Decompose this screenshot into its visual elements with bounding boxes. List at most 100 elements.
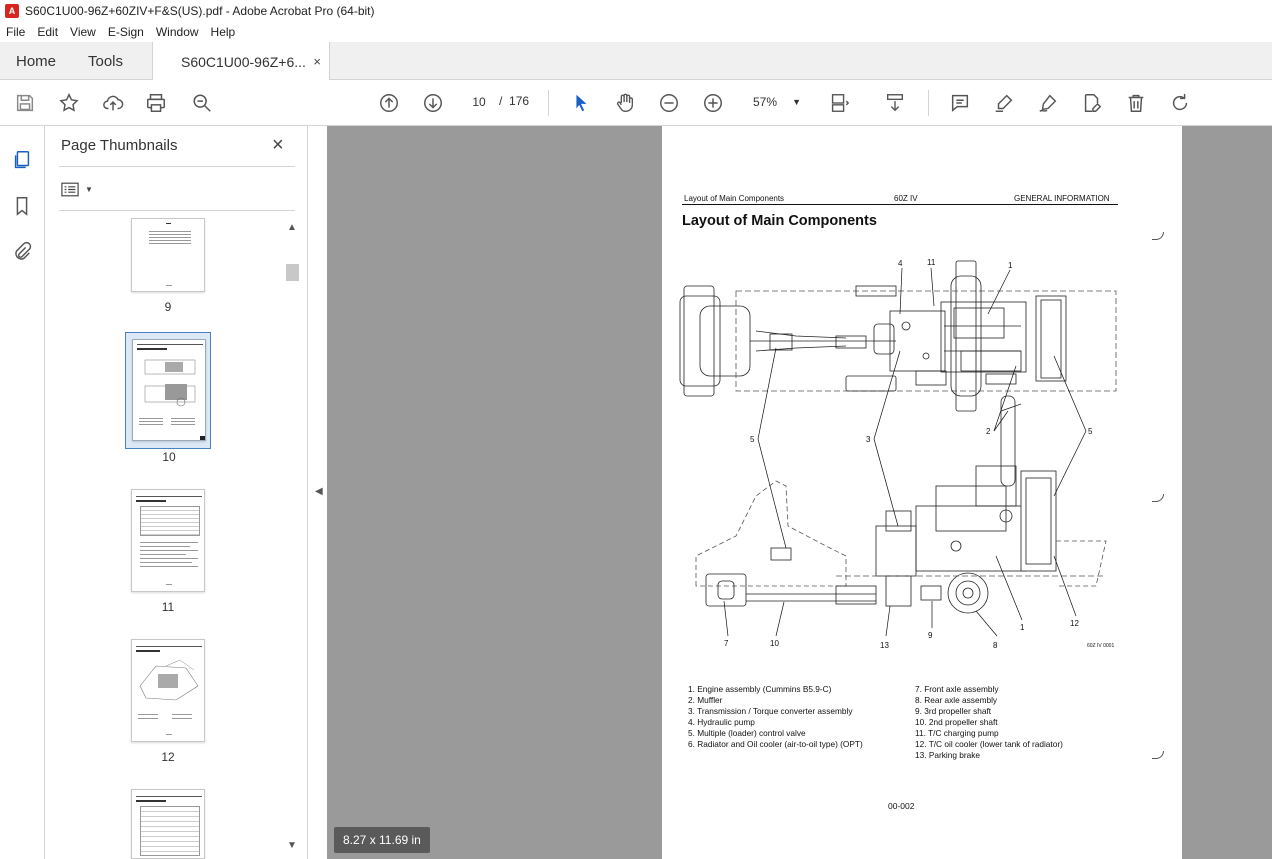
muffler — [1000, 395, 1016, 487]
select-cursor-icon[interactable] — [567, 89, 595, 117]
menu-window[interactable]: Window — [150, 25, 205, 39]
menu-view[interactable]: View — [64, 25, 102, 39]
print-icon[interactable] — [142, 89, 170, 117]
legend-item: 1. Engine assembly (Cummins B5.9-C) — [688, 684, 832, 694]
window-title: S60C1U00-96Z+60ZIV+F&S(US).pdf - Adobe A… — [25, 4, 375, 18]
scrollbar-thumb[interactable] — [286, 264, 299, 281]
page-header-right: GENERAL INFORMATION — [1014, 194, 1110, 203]
figure-code: 60Z IV 0001 — [1087, 643, 1115, 649]
transmission-side — [875, 525, 917, 577]
page-thumbnail-9[interactable] — [131, 218, 205, 292]
legend-item: 3. Transmission / Torque converter assem… — [688, 706, 853, 716]
zoom-select[interactable]: 57% ▼ — [745, 90, 805, 114]
panel-splitter[interactable]: ◀ — [307, 126, 327, 859]
legend-item: 6. Radiator and Oil cooler (air-to-oil t… — [688, 739, 863, 749]
svg-text:4: 4 — [898, 259, 903, 268]
scroll-up-icon[interactable]: ▲ — [287, 222, 297, 233]
divider — [59, 210, 295, 211]
page-fit-icon[interactable] — [825, 89, 853, 117]
thumbnail-label: 10 — [162, 450, 176, 464]
scan-mark — [1152, 232, 1164, 240]
next-page-icon[interactable] — [419, 89, 447, 117]
svg-text:5: 5 — [1088, 427, 1093, 436]
scroll-down-icon[interactable]: ▼ — [287, 840, 297, 851]
scan-mark — [1152, 494, 1164, 502]
toolbar-divider — [548, 90, 549, 116]
bookmark-star-icon[interactable] — [55, 89, 83, 117]
rear-axle-side — [947, 572, 989, 614]
hand-tool-icon[interactable] — [611, 89, 639, 117]
svg-text:1: 1 — [1008, 261, 1013, 270]
page-thumbnail-11[interactable] — [131, 489, 205, 592]
page-thumbnails-icon[interactable] — [10, 148, 34, 172]
collapse-panel-icon[interactable]: ◀ — [315, 486, 323, 497]
legend-item: 10. 2nd propeller shaft — [915, 717, 998, 727]
page-thumbnail-10[interactable] — [132, 339, 206, 441]
sign-pen-icon[interactable] — [1034, 89, 1062, 117]
legend-item: 13. Parking brake — [915, 750, 981, 760]
delete-trash-icon[interactable] — [1122, 89, 1150, 117]
page-number-footer: 00-002 — [888, 801, 915, 811]
page-thumbnail-13[interactable] — [131, 789, 205, 859]
legend-left: 1. Engine assembly (Cummins B5.9-C) 2. M… — [688, 684, 863, 750]
scan-mark — [1152, 751, 1164, 759]
legend-item: 11. T/C charging pump — [915, 728, 999, 738]
save-icon[interactable] — [11, 89, 39, 117]
svg-text:7: 7 — [724, 639, 729, 648]
menu-file[interactable]: File — [0, 25, 31, 39]
menu-edit[interactable]: Edit — [31, 25, 64, 39]
page-header-left: Layout of Main Components — [684, 194, 785, 203]
chevron-down-icon: ▼ — [85, 184, 93, 194]
rear-axle-top — [955, 260, 977, 412]
edit-pdf-icon[interactable] — [1078, 89, 1106, 117]
tab-tools[interactable]: Tools — [88, 42, 123, 80]
svg-text:1: 1 — [1020, 623, 1025, 632]
page-header-center: 60Z IV — [894, 194, 918, 203]
zoom-search-icon[interactable] — [188, 89, 216, 117]
svg-text:11: 11 — [927, 258, 936, 267]
page-thumbnail-12[interactable] — [131, 639, 205, 742]
svg-text:13: 13 — [880, 641, 889, 650]
tab-home[interactable]: Home — [16, 42, 56, 80]
attachments-icon[interactable] — [10, 240, 34, 264]
page-number-input[interactable] — [464, 90, 494, 114]
zoom-value: 57% — [753, 95, 778, 109]
menu-esign[interactable]: E-Sign — [102, 25, 150, 39]
tab-document[interactable]: S60C1U00-96Z+6... × — [152, 42, 330, 81]
panel-title: Page Thumbnails — [61, 137, 178, 154]
thumbnail-drawing — [139, 659, 199, 701]
title-bar: A S60C1U00-96Z+60ZIV+F&S(US).pdf - Adobe… — [0, 0, 1272, 22]
close-icon[interactable]: × — [272, 134, 284, 157]
front-axle-top — [683, 285, 715, 397]
pdf-page: Layout of Main Components 60Z IV GENERAL… — [662, 126, 1182, 859]
chevron-down-icon: ▼ — [792, 97, 801, 107]
comment-icon[interactable] — [946, 89, 974, 117]
thumbnail-label: 12 — [161, 750, 175, 764]
tab-document-label: S60C1U00-96Z+6... — [181, 53, 306, 70]
transmission-top — [889, 310, 946, 372]
zoom-out-icon[interactable] — [655, 89, 683, 117]
thumbnail-options-button[interactable]: ▼ — [61, 179, 95, 199]
thumbnails-scrollbar[interactable]: ▲ ▼ — [285, 218, 299, 856]
rotate-icon[interactable] — [1166, 89, 1194, 117]
svg-text:12: 12 — [1070, 619, 1079, 628]
menu-help[interactable]: Help — [205, 25, 242, 39]
upload-cloud-icon[interactable] — [99, 89, 127, 117]
previous-page-icon[interactable] — [375, 89, 403, 117]
navigation-rail — [0, 126, 45, 859]
bookmarks-icon[interactable] — [10, 194, 34, 218]
thumbnails-panel: Page Thumbnails × ▼ 9 10 11 12 ▲ ▼ — [45, 126, 307, 859]
legend-item: 12. T/C oil cooler (lower tank of radiat… — [915, 739, 1063, 749]
tab-close-icon[interactable]: × — [313, 54, 321, 69]
svg-text:10: 10 — [770, 639, 779, 648]
scroll-mode-icon[interactable] — [881, 89, 909, 117]
thumbnail-label: 11 — [161, 600, 175, 614]
menu-bar: File Edit View E-Sign Window Help — [0, 22, 1272, 42]
svg-text:3: 3 — [866, 435, 871, 444]
page-title: Layout of Main Components — [682, 213, 877, 229]
legend-item: 4. Hydraulic pump — [688, 717, 755, 727]
document-viewport[interactable]: Layout of Main Components 60Z IV GENERAL… — [327, 126, 1272, 859]
highlight-pen-icon[interactable] — [990, 89, 1018, 117]
zoom-in-icon[interactable] — [699, 89, 727, 117]
legend-item: 5. Multiple (loader) control valve — [688, 728, 806, 738]
